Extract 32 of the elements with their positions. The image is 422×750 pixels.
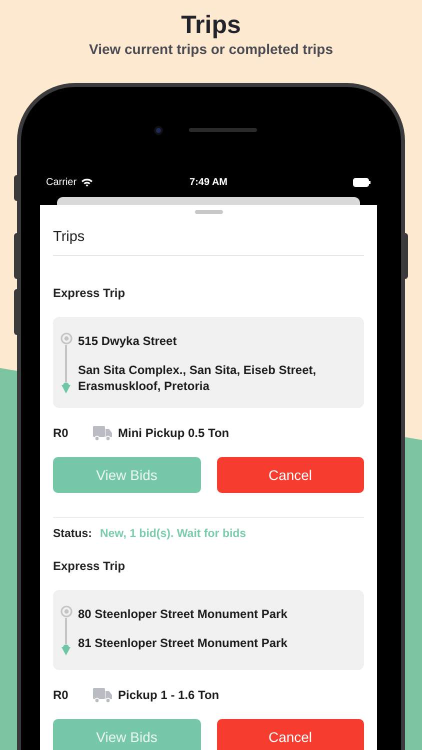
status-label: Status: — [53, 527, 92, 542]
price-label: R0 — [53, 687, 70, 704]
pickup-marker-icon — [60, 332, 72, 345]
drag-handle[interactable] — [194, 210, 222, 214]
dropoff-address: San Sita Complex., San Sita, Eiseb Street, Erasmuskloof, Pretoria — [78, 362, 318, 394]
pickup-address: 80 Steenloper Street Monument Park — [78, 606, 288, 622]
status-time: 7:49 AM — [190, 176, 228, 190]
carrier-label: Carrier — [46, 176, 77, 190]
pickup-marker-icon — [60, 605, 72, 618]
vehicle-type: Pickup 1 - 1.6 Ton — [118, 687, 220, 704]
vehicle-type: Mini Pickup 0.5 Ton — [118, 425, 230, 442]
trip-type: Express Trip — [53, 285, 126, 301]
wifi-icon — [80, 178, 93, 186]
page-title: Trips — [180, 10, 242, 40]
speaker-grille — [189, 128, 257, 132]
camera-icon — [154, 126, 163, 134]
trip-type: Express Trip — [53, 558, 126, 574]
status-value: New, 1 bid(s). Wait for bids — [100, 527, 246, 542]
truck-icon — [93, 426, 112, 440]
truck-icon — [93, 688, 112, 702]
route-line — [65, 618, 67, 644]
dropoff-pin-icon — [61, 382, 71, 394]
cancel-button[interactable]: Cancel — [216, 719, 364, 750]
page-subtitle: View current trips or completed trips — [88, 40, 334, 58]
cancel-button[interactable]: Cancel — [216, 457, 364, 493]
route-line — [65, 345, 67, 382]
sheet-title: Trips — [53, 228, 86, 246]
pickup-address: 515 Dwyka Street — [78, 333, 178, 349]
battery-icon — [353, 178, 372, 186]
dropoff-address: 81 Steenloper Street Monument Park — [78, 635, 288, 651]
price-label: R0 — [53, 425, 70, 442]
dropoff-pin-icon — [61, 644, 71, 656]
